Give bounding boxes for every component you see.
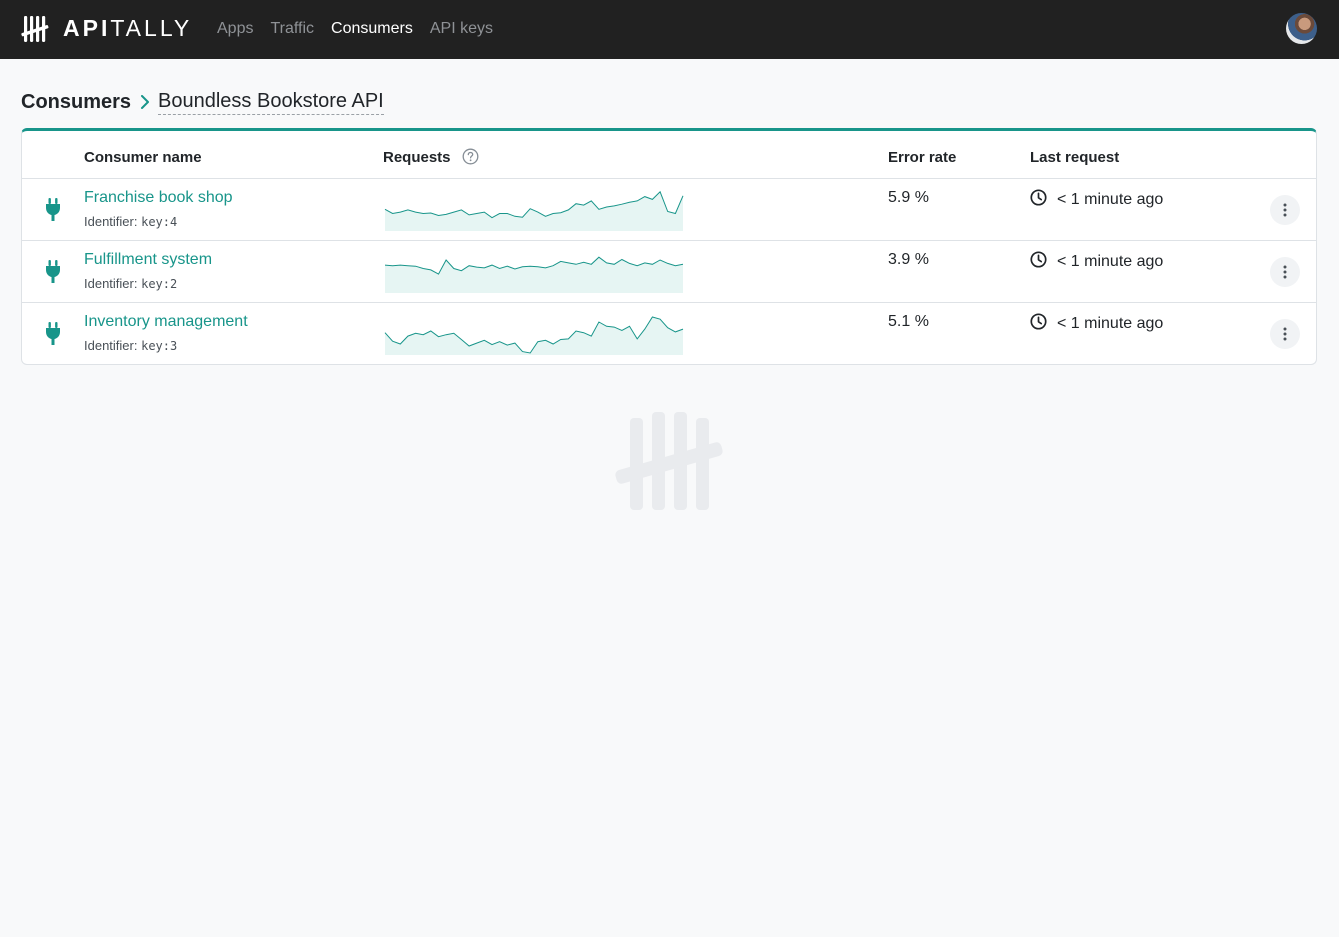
consumer-identifier: Identifier: key:4 [84,214,177,229]
plug-icon [45,260,61,289]
clock-icon [1030,189,1057,211]
column-header-requests: Requests [383,149,451,166]
identifier-label: Identifier: [84,214,138,229]
dots-vertical-icon [1283,203,1287,217]
breadcrumb: Consumers Boundless Bookstore API [21,89,384,115]
last-request: < 1 minute ago [1030,313,1163,335]
error-rate-value: 5.9 % [888,189,929,206]
plug-icon [45,322,61,351]
logo-wordmark: APITALLY [63,15,192,42]
apitally-logo[interactable]: APITALLY [21,15,192,42]
logo-bold-text: API [63,15,111,41]
requests-sparkline [384,316,684,355]
identifier-value: key:2 [141,277,178,291]
consumer-name-link[interactable]: Franchise book shop [84,189,233,207]
table-row[interactable]: Fulfillment system Identifier: key:2 3.9… [22,241,1316,303]
last-request-value: < 1 minute ago [1057,253,1164,270]
chevron-right-icon [140,95,150,109]
consumer-name-link[interactable]: Fulfillment system [84,251,212,269]
row-actions-menu-button[interactable] [1270,195,1300,225]
main-nav: Apps Traffic Consumers API keys [217,19,510,39]
clock-icon [1030,313,1057,335]
consumer-identifier: Identifier: key:2 [84,276,177,291]
sparkline-area [385,191,683,231]
row-actions-menu-button[interactable] [1270,319,1300,349]
nav-apps[interactable]: Apps [217,19,253,39]
help-circle-icon[interactable] [462,148,479,170]
top-navbar: APITALLY Apps Traffic Consumers API keys [0,0,1339,59]
dots-vertical-icon [1283,265,1287,279]
column-header-consumer-name: Consumer name [84,149,202,166]
last-request-value: < 1 minute ago [1057,191,1164,208]
identifier-value: key:4 [141,215,178,229]
consumers-table-card: Consumer name Requests Error rate Last r… [21,128,1317,365]
table-row[interactable]: Franchise book shop Identifier: key:4 5.… [22,179,1316,241]
clock-icon [1030,251,1057,273]
consumer-identifier: Identifier: key:3 [84,338,177,353]
tally-marks-icon [21,15,49,42]
error-rate-value: 5.1 % [888,313,929,330]
nav-consumers[interactable]: Consumers [331,19,413,39]
plug-icon [45,198,61,227]
identifier-label: Identifier: [84,338,138,353]
column-header-error-rate: Error rate [888,149,957,166]
nav-api-keys[interactable]: API keys [430,19,493,39]
tally-watermark-icon [614,412,724,515]
requests-sparkline [384,256,684,293]
sparkline-area [385,317,683,355]
sparkline-area [385,257,683,293]
column-header-last-request: Last request [1030,149,1120,166]
user-avatar[interactable] [1286,13,1317,44]
breadcrumb-root[interactable]: Consumers [21,91,131,114]
last-request: < 1 minute ago [1030,251,1163,273]
row-actions-menu-button[interactable] [1270,257,1300,287]
error-rate-value: 3.9 % [888,251,929,268]
requests-sparkline [384,190,684,231]
last-request-value: < 1 minute ago [1057,315,1164,332]
logo-light-text: TALLY [110,15,193,41]
identifier-value: key:3 [141,339,178,353]
nav-traffic[interactable]: Traffic [270,19,314,39]
dots-vertical-icon [1283,327,1287,341]
last-request: < 1 minute ago [1030,189,1163,211]
consumer-name-link[interactable]: Inventory management [84,313,248,331]
table-row[interactable]: Inventory management Identifier: key:3 5… [22,303,1316,364]
table-header: Consumer name Requests Error rate Last r… [22,131,1316,179]
breadcrumb-app-selector[interactable]: Boundless Bookstore API [158,90,384,115]
identifier-label: Identifier: [84,276,138,291]
